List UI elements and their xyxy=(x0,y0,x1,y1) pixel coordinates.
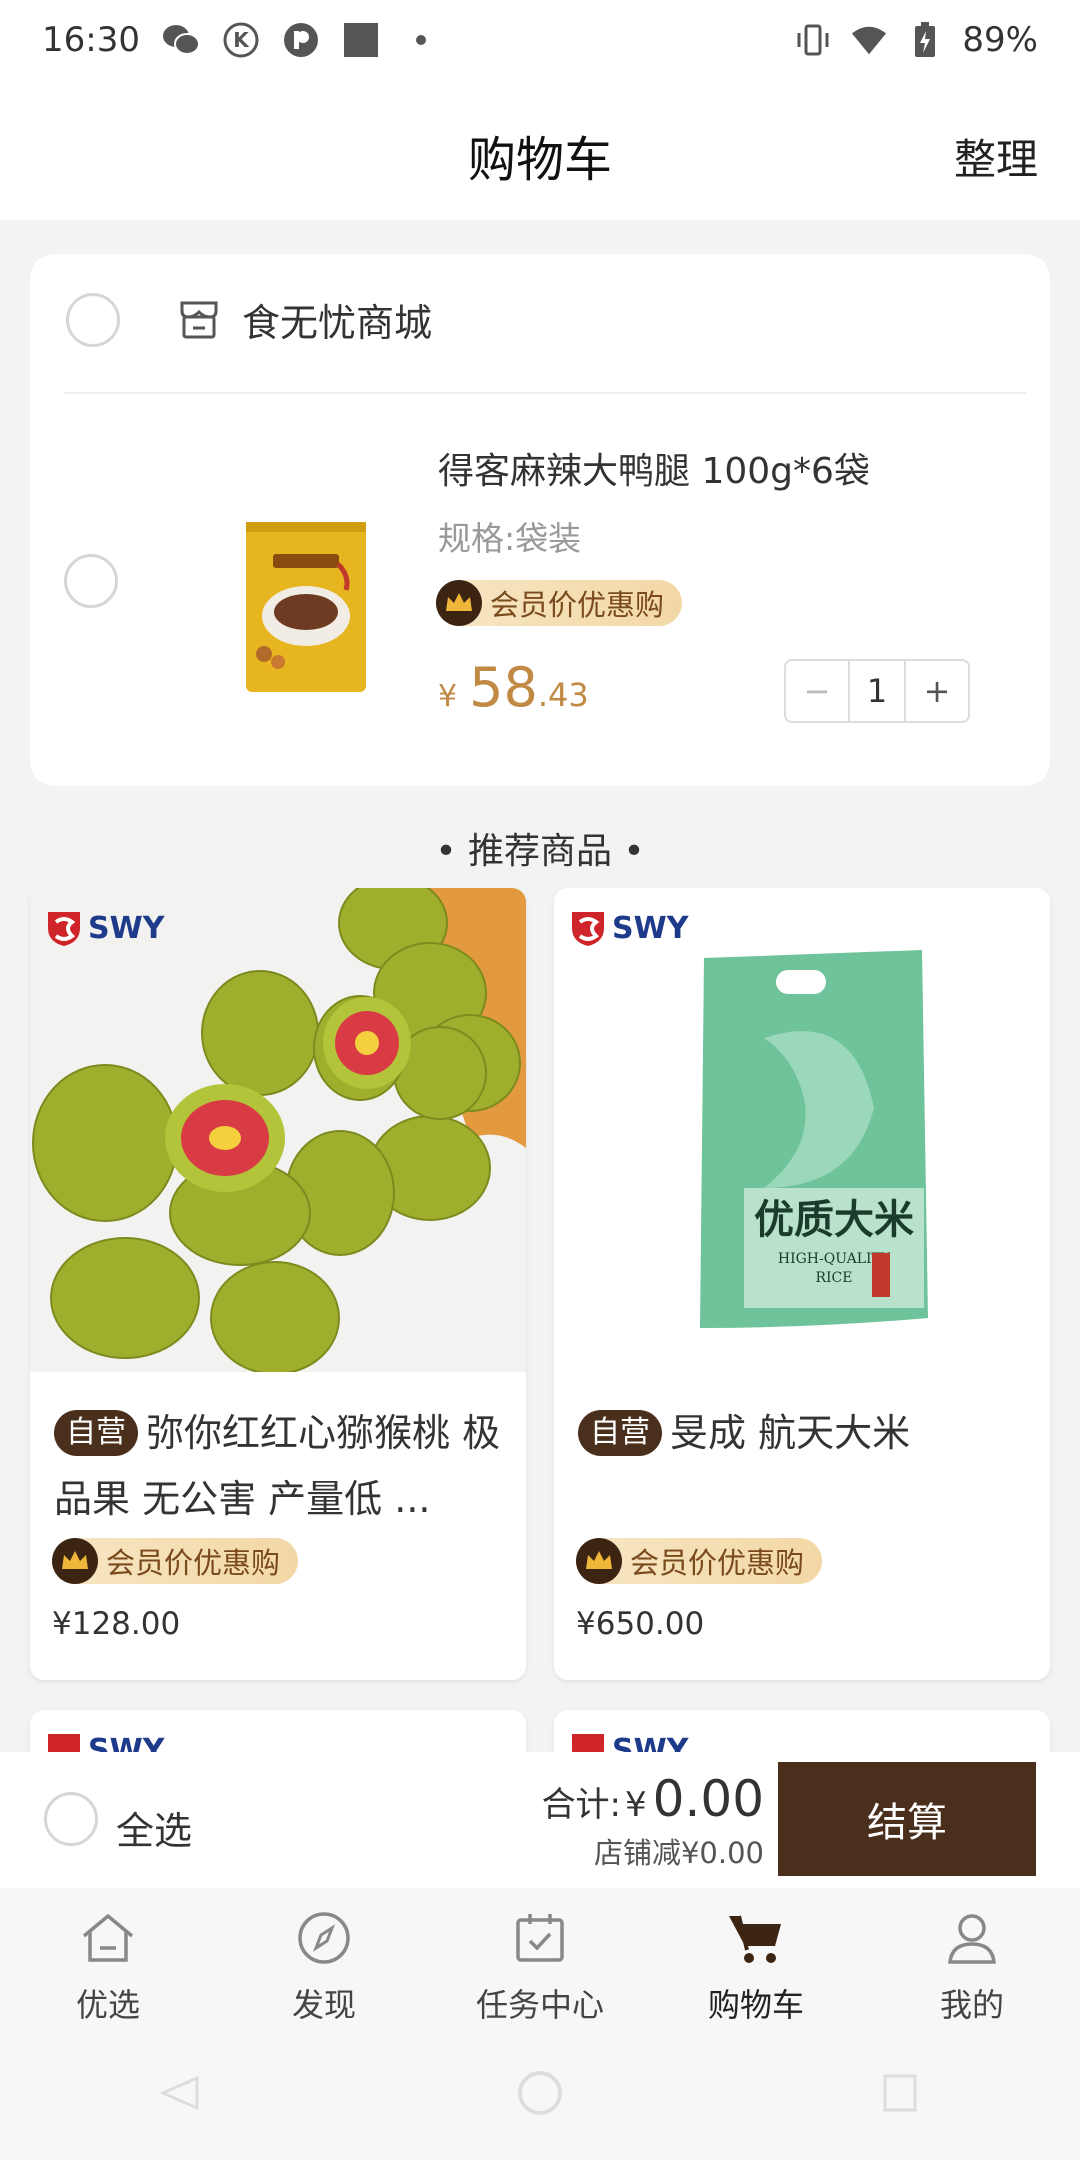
total-summary: 合计: ¥ 0.00 店铺减¥0.00 xyxy=(542,1770,764,1872)
rice-pack-en2: RICE xyxy=(815,1270,852,1286)
more-notifications-dot-icon xyxy=(402,21,440,59)
wechat-icon xyxy=(162,21,200,59)
cart-item-price: ¥ 58 .43 xyxy=(438,656,589,719)
product-card[interactable]: 优质大米 HIGH-QUALITY RICE SWY 自营 旻成 航天大米 会员价… xyxy=(554,888,1050,1680)
store-icon xyxy=(176,297,222,343)
tab-task-center[interactable]: 任务中心 xyxy=(432,1888,648,2030)
rice-pack-text: 优质大米 xyxy=(754,1196,914,1243)
total-amount: 0.00 xyxy=(652,1770,764,1828)
product-image-rice[interactable]: 优质大米 HIGH-QUALITY RICE SWY xyxy=(554,888,1050,1372)
organize-button[interactable]: 整理 xyxy=(954,126,1038,187)
price-integer: 58 xyxy=(469,656,538,719)
brand-logo: SWY xyxy=(570,908,688,948)
crown-icon xyxy=(436,580,482,626)
quantity-value[interactable]: 1 xyxy=(850,661,904,721)
back-icon[interactable] xyxy=(155,2068,205,2122)
tab-label: 发现 xyxy=(291,1986,356,2024)
shop-name[interactable]: 食无忧商城 xyxy=(242,292,432,347)
self-operated-tag: 自营 xyxy=(54,1410,138,1456)
member-price-badge: 会员价优惠购 xyxy=(576,1538,823,1584)
product-card[interactable]: SWY 自营 弥你红红心猕猴桃 极品果 无公害 产量低 ... 会员价优惠购 ¥1… xyxy=(30,888,526,1680)
item-select-radio[interactable] xyxy=(64,554,118,608)
member-badge-label: 会员价优惠购 xyxy=(106,1546,281,1580)
recents-icon[interactable] xyxy=(875,2068,925,2122)
tab-profile[interactable]: 我的 xyxy=(864,1888,1080,2030)
product-price: ¥650.00 xyxy=(576,1606,705,1642)
product-image-kiwi[interactable]: SWY xyxy=(30,888,526,1375)
divider xyxy=(64,392,1026,394)
tab-label: 我的 xyxy=(939,1986,1004,2024)
page-title: 购物车 xyxy=(467,132,612,188)
home-button-icon[interactable] xyxy=(515,2068,565,2122)
status-bar: 16:30 K 89% xyxy=(0,0,1080,80)
product-title: 旻成 航天大米 xyxy=(670,1411,911,1455)
checkout-bar: 全选 合计: ¥ 0.00 店铺减¥0.00 结算 xyxy=(0,1752,1080,1888)
battery-icon xyxy=(906,21,944,59)
home-icon xyxy=(78,1908,138,1968)
brand-name: SWY xyxy=(88,910,165,946)
battery-percent: 89% xyxy=(962,20,1038,60)
cart-item-title[interactable]: 得客麻辣大鸭腿 100g*6袋 xyxy=(438,442,870,494)
decrease-quantity-button[interactable]: − xyxy=(786,661,850,721)
user-icon xyxy=(942,1908,1002,1968)
product-image-duck-leg[interactable] xyxy=(218,504,368,694)
quantity-stepper: − 1 + xyxy=(784,659,970,723)
swy-shield-icon xyxy=(48,912,80,946)
k-app-icon: K xyxy=(222,21,260,59)
select-all-label[interactable]: 全选 xyxy=(116,1800,192,1855)
total-currency: ¥ xyxy=(625,1785,647,1825)
wifi-icon xyxy=(850,21,888,59)
bottom-tab-bar: 优选 发现 任务中心 购物车 我的 xyxy=(0,1888,1080,2030)
tab-cart[interactable]: 购物车 xyxy=(648,1888,864,2030)
select-all-radio[interactable] xyxy=(44,1792,98,1846)
checkout-button[interactable]: 结算 xyxy=(778,1762,1036,1876)
shop-discount: 店铺减¥0.00 xyxy=(593,1836,764,1870)
shop-cart-card: 食无忧商城 得客麻辣大鸭腿 100g*6袋 规格:袋装 会员价优惠购 ¥ 58 … xyxy=(30,254,1050,786)
product-name[interactable]: 自营 弥你红红心猕猴桃 极品果 无公害 产量低 ... xyxy=(30,1372,526,1536)
p-app-icon xyxy=(282,21,320,59)
self-operated-tag: 自营 xyxy=(578,1410,662,1456)
crown-icon xyxy=(52,1538,98,1584)
tab-label: 优选 xyxy=(75,1986,140,2024)
shop-select-radio[interactable] xyxy=(66,292,120,347)
status-time: 16:30 xyxy=(42,20,140,60)
page-header: 购物车 整理 xyxy=(0,80,1080,220)
cart-icon xyxy=(726,1908,786,1968)
price-decimal: .43 xyxy=(537,676,589,714)
tab-label: 购物车 xyxy=(707,1986,804,2024)
product-price: ¥128.00 xyxy=(52,1606,181,1642)
brand-logo: SWY xyxy=(46,908,164,948)
swy-shield-icon xyxy=(572,912,604,946)
cart-item-spec: 规格:袋装 xyxy=(438,519,582,558)
compass-icon xyxy=(294,1908,354,1968)
vibrate-icon xyxy=(794,21,832,59)
image-notification-icon xyxy=(342,21,380,59)
member-price-badge: 会员价优惠购 xyxy=(52,1538,299,1584)
system-nav-bar xyxy=(0,2030,1080,2160)
increase-quantity-button[interactable]: + xyxy=(904,661,968,721)
tab-featured[interactable]: 优选 xyxy=(0,1888,216,2030)
tab-discover[interactable]: 发现 xyxy=(216,1888,432,2030)
product-name[interactable]: 自营 旻成 航天大米 xyxy=(554,1372,1050,1536)
price-currency: ¥ xyxy=(438,679,458,714)
tab-label: 任务中心 xyxy=(475,1986,604,2024)
shop-header: 食无忧商城 xyxy=(66,292,432,347)
calendar-icon xyxy=(510,1908,570,1968)
total-label: 合计: xyxy=(541,1785,622,1825)
brand-name: SWY xyxy=(612,910,689,946)
member-badge-label: 会员价优惠购 xyxy=(490,588,665,622)
member-price-badge: 会员价优惠购 xyxy=(436,580,683,626)
recommend-title: • 推荐商品 • xyxy=(435,831,645,872)
crown-icon xyxy=(576,1538,622,1584)
svg-text:K: K xyxy=(233,28,250,52)
member-badge-label: 会员价优惠购 xyxy=(630,1546,805,1580)
